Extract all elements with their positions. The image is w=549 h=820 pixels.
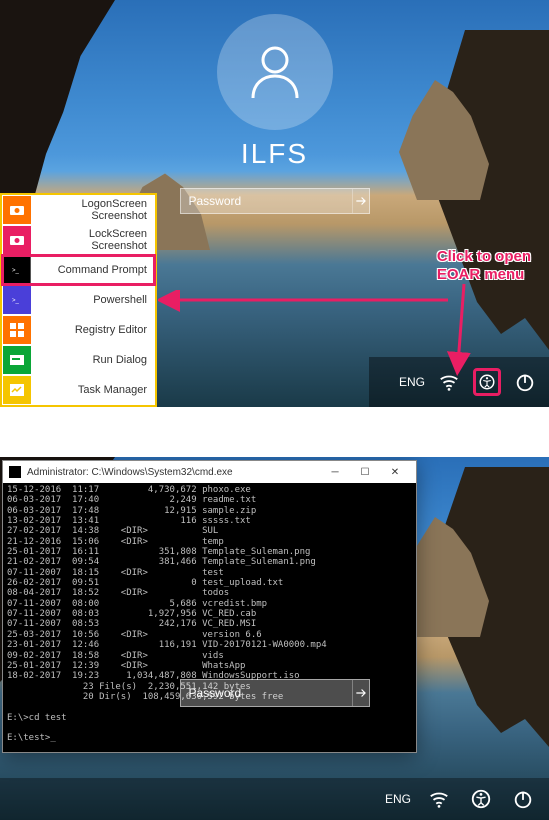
menu-item-registry-editor[interactable]: Registry Editor	[2, 315, 155, 345]
close-button[interactable]: ✕	[380, 467, 410, 478]
annotation-arrow	[158, 290, 458, 314]
minimize-button[interactable]: ─	[320, 467, 350, 478]
annotation-text: Click to open EOAR menu	[437, 248, 531, 284]
avatar	[217, 14, 333, 130]
username-label: ILFS	[0, 138, 549, 170]
password-input[interactable]	[181, 686, 352, 700]
camera-icon	[3, 226, 31, 254]
network-button[interactable]	[425, 785, 453, 813]
arrow-right-icon	[354, 686, 368, 700]
arrow-right-icon	[354, 194, 368, 208]
power-icon	[512, 788, 534, 810]
menu-item-lockscreen-screenshot[interactable]: LockScreen Screenshot	[2, 225, 155, 255]
ease-of-access-icon	[478, 371, 496, 393]
menu-item-command-prompt[interactable]: >_ Command Prompt	[2, 255, 155, 285]
ease-of-access-icon	[470, 788, 492, 810]
login-screen-bottom: Administrator: C:\Windows\System32\cmd.e…	[0, 457, 549, 820]
cmd-titlebar[interactable]: Administrator: C:\Windows\System32\cmd.e…	[3, 461, 416, 483]
terminal-icon: >_	[3, 256, 31, 284]
cmd-output[interactable]: 15-12-2016 11:17 4,730,672 phoxo.exe 06-…	[3, 483, 416, 752]
ease-of-access-button[interactable]	[467, 785, 495, 813]
terminal-icon: >_	[3, 286, 31, 314]
svg-text:>_: >_	[12, 298, 20, 304]
menu-item-label: LockScreen Screenshot	[32, 228, 155, 252]
annotation-line: Click to open	[437, 248, 531, 266]
menu-item-powershell[interactable]: >_ Powershell	[2, 285, 155, 315]
cmd-icon	[9, 466, 21, 478]
power-button[interactable]	[509, 785, 537, 813]
run-icon	[3, 346, 31, 374]
language-indicator[interactable]: ENG	[385, 792, 411, 806]
password-field-container	[180, 679, 370, 707]
svg-text:>_: >_	[12, 268, 20, 274]
menu-item-label: Powershell	[32, 294, 155, 306]
cmd-title-text: Administrator: C:\Windows\System32\cmd.e…	[27, 467, 320, 478]
menu-item-run-dialog[interactable]: Run Dialog	[2, 345, 155, 375]
login-screen-top: ILFS LogonScreen Screenshot LockScreen S…	[0, 0, 549, 407]
menu-item-label: Registry Editor	[32, 324, 155, 336]
menu-item-label: LogonScreen Screenshot	[32, 198, 155, 222]
task-icon	[3, 376, 31, 404]
login-bottom-bar: ENG	[0, 778, 549, 820]
menu-item-logonscreen-screenshot[interactable]: LogonScreen Screenshot	[2, 195, 155, 225]
password-field-container	[180, 188, 370, 214]
menu-item-label: Task Manager	[32, 384, 155, 396]
eoar-menu: LogonScreen Screenshot LockScreen Screen…	[0, 193, 157, 407]
maximize-button[interactable]: ☐	[350, 467, 380, 478]
power-button[interactable]	[511, 368, 539, 396]
submit-button[interactable]	[352, 189, 369, 213]
menu-item-task-manager[interactable]: Task Manager	[2, 375, 155, 405]
user-icon	[243, 40, 307, 104]
menu-item-label: Command Prompt	[32, 264, 155, 276]
registry-icon	[3, 316, 31, 344]
password-input[interactable]	[181, 194, 352, 208]
language-indicator[interactable]: ENG	[399, 375, 425, 389]
cmd-window: Administrator: C:\Windows\System32\cmd.e…	[2, 460, 417, 753]
power-icon	[514, 371, 536, 393]
wifi-icon	[428, 788, 450, 810]
camera-icon	[3, 196, 31, 224]
submit-button[interactable]	[352, 680, 369, 706]
menu-item-label: Run Dialog	[32, 354, 155, 366]
